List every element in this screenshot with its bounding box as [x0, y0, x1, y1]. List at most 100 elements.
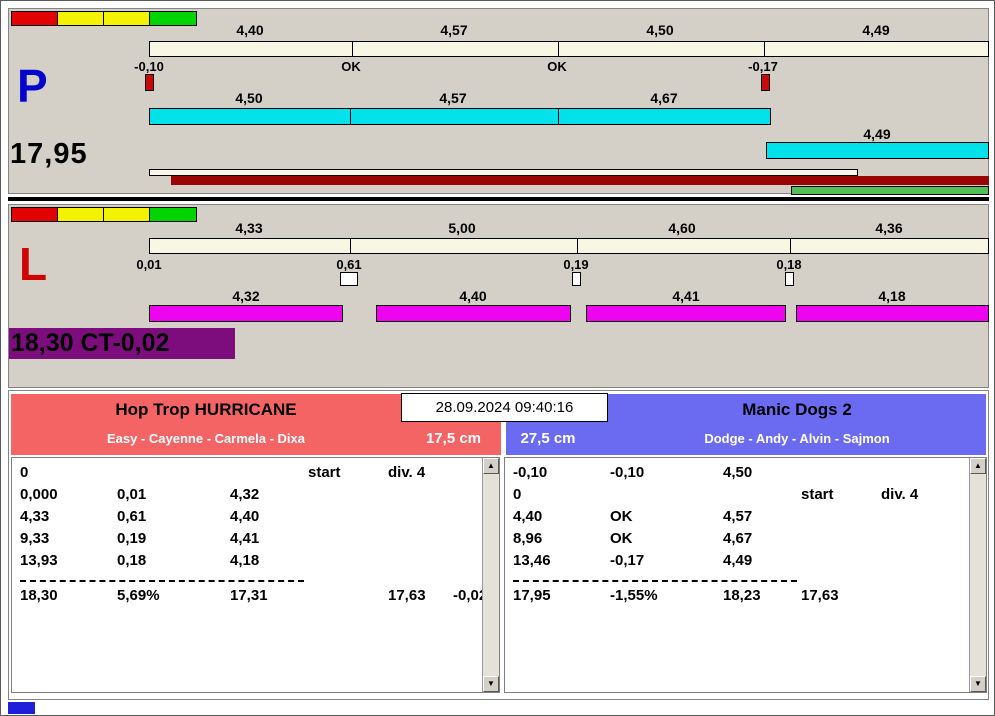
right-results-table: -0,10-0,104,500startdiv. 44,40OK4,578,96…: [504, 457, 987, 693]
table-cell: 0: [20, 464, 117, 486]
marker-label: OK: [321, 59, 381, 74]
table-cell: 17,63: [388, 587, 453, 609]
light-green-icon: [149, 207, 197, 222]
progress-bar-red: [171, 176, 989, 185]
table-cell: [453, 552, 479, 574]
light-green-icon: [149, 11, 197, 26]
table-separator: [20, 580, 304, 582]
table-cell: [308, 508, 388, 530]
run-split-value: 4,40: [423, 288, 523, 304]
lap-split-bar: [149, 41, 989, 57]
run-split-bar: [149, 108, 771, 125]
table-cell: -0,10: [513, 464, 610, 486]
table-cell: 13,93: [20, 552, 117, 574]
run-split-value: 4,49: [827, 126, 927, 142]
table-cell: [881, 552, 946, 574]
table-cell: [946, 486, 966, 508]
left-table-body: 0startdiv. 40,0000,014,324,330,614,409,3…: [12, 458, 499, 574]
table-cell: [881, 587, 946, 609]
scroll-down-icon[interactable]: ▼: [970, 676, 986, 692]
lap-split-bar: [149, 238, 989, 254]
left-table-scrollbar[interactable]: ▲ ▼: [482, 458, 499, 692]
table-cell: 4,57: [723, 508, 801, 530]
table-row: 8,96OK4,67: [513, 530, 966, 552]
split-value: 4,57: [404, 22, 504, 38]
table-cell: start: [801, 486, 881, 508]
table-cell: [388, 552, 453, 574]
table-cell: [946, 508, 966, 530]
scroll-up-icon[interactable]: ▲: [483, 458, 499, 474]
marker-label: 0,61: [319, 257, 379, 272]
table-cell: [308, 552, 388, 574]
bar-tick: [350, 108, 351, 125]
table-cell: 17,63: [801, 587, 881, 609]
table-cell: [388, 530, 453, 552]
table-cell: 4,40: [230, 508, 308, 530]
scroll-up-icon[interactable]: ▲: [970, 458, 986, 474]
left-team-height: 17,5 cm: [406, 430, 501, 447]
marker-label: 0,18: [759, 257, 819, 272]
table-cell: 0,19: [117, 530, 230, 552]
left-results-table: 0startdiv. 40,0000,014,324,330,614,409,3…: [11, 457, 500, 693]
panel-divider: [8, 197, 989, 201]
run-split-value: 4,50: [199, 90, 299, 106]
table-cell: start: [308, 464, 388, 486]
bar-tick: [764, 41, 765, 57]
table-cell: [946, 530, 966, 552]
table-cell: -0,10: [610, 464, 723, 486]
table-cell: 4,33: [20, 508, 117, 530]
table-cell: 4,41: [230, 530, 308, 552]
run-split-value: 4,41: [636, 288, 736, 304]
split-value: 5,00: [412, 220, 512, 236]
light-yellow-icon: [103, 11, 150, 26]
table-cell: 18,23: [723, 587, 801, 609]
light-yellow-icon: [57, 11, 104, 26]
lane-total-time-l: 18,30 CT-0,02: [11, 329, 169, 358]
table-cell: [230, 464, 308, 486]
scroll-down-icon[interactable]: ▼: [483, 676, 499, 692]
run-split-bar: [586, 305, 786, 322]
bar-tick: [790, 238, 791, 254]
marker-label: -0,10: [119, 59, 179, 74]
lane-total-time-p: 17,95: [10, 138, 88, 171]
table-cell: [453, 486, 479, 508]
table-cell: [453, 508, 479, 530]
table-cell: 4,18: [230, 552, 308, 574]
fault-marker-icon: [761, 74, 770, 91]
table-cell: [801, 530, 881, 552]
run-split-bar: [149, 305, 343, 322]
table-cell: OK: [610, 508, 723, 530]
table-cell: 8,96: [513, 530, 610, 552]
right-table-scrollbar[interactable]: ▲ ▼: [969, 458, 986, 692]
right-team-name: Manic Dogs 2: [608, 400, 986, 420]
timestamp: 28.09.2024 09:40:16: [401, 393, 608, 422]
left-team-name: Hop Trop HURRICANE: [11, 400, 401, 420]
table-cell: [388, 486, 453, 508]
table-row: 4,330,614,40: [20, 508, 479, 530]
table-cell: div. 4: [881, 486, 946, 508]
bottom-blue-strip: [8, 702, 35, 714]
table-cell: [801, 508, 881, 530]
table-cell: [308, 486, 388, 508]
table-cell: [946, 464, 966, 486]
split-value: 4,60: [632, 220, 732, 236]
run-split-value: 4,18: [842, 288, 942, 304]
change-marker-icon: [572, 272, 581, 286]
table-cell: 4,49: [723, 552, 801, 574]
run-split-bar: [376, 305, 571, 322]
marker-label: -0,17: [733, 59, 793, 74]
split-value: 4,33: [199, 220, 299, 236]
right-team-members: Dodge - Andy - Alvin - Sajmon: [608, 431, 986, 446]
table-cell: 5,69%: [117, 587, 230, 609]
split-value: 4,36: [839, 220, 939, 236]
table-cell: [881, 530, 946, 552]
table-cell: [453, 530, 479, 552]
run-split-bar: [796, 305, 989, 322]
run-split-value: 4,57: [403, 90, 503, 106]
table-cell: [308, 530, 388, 552]
table-cell: [801, 464, 881, 486]
bar-tick: [558, 41, 559, 57]
table-cell: 13,46: [513, 552, 610, 574]
table-row: 0startdiv. 4: [513, 486, 966, 508]
table-cell: div. 4: [388, 464, 453, 486]
